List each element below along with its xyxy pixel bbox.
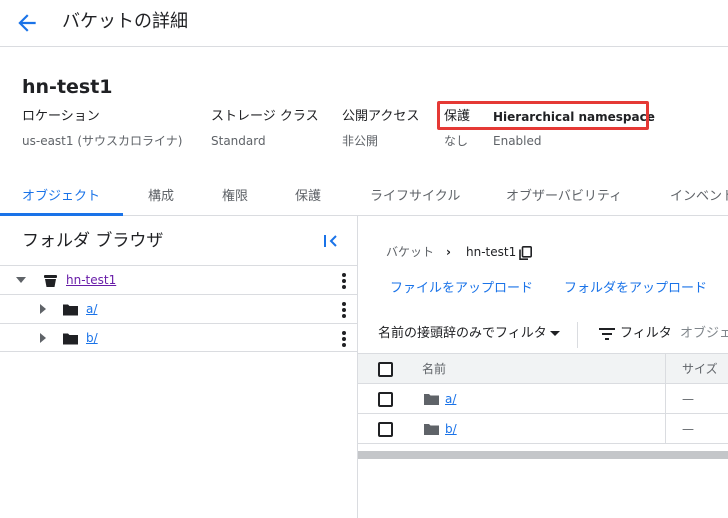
breadcrumb-separator: › (446, 245, 451, 259)
bucket-name: hn-test1 (22, 76, 113, 98)
property-label: 公開アクセス (342, 109, 420, 124)
folder-icon (424, 424, 439, 435)
property-value: なし (444, 134, 469, 148)
table-row: b/ — (358, 414, 728, 444)
object-name-link[interactable]: b/ (445, 420, 457, 438)
upload-folder-button[interactable]: フォルダをアップロード (564, 280, 707, 298)
copy-icon[interactable] (519, 246, 532, 260)
column-header-size[interactable]: サイズ (682, 361, 718, 377)
folder-browser-title: フォルダ ブラウザ (22, 231, 164, 251)
column-header-name[interactable]: 名前 (422, 361, 446, 377)
divider (577, 322, 578, 348)
tree-item-label[interactable]: a/ (86, 300, 97, 318)
table-header: 名前 サイズ (358, 354, 728, 384)
property-storage-class: ストレージ クラス Standard (211, 108, 319, 150)
property-label: ロケーション (22, 109, 100, 124)
horizontal-scrollbar[interactable] (358, 451, 728, 459)
folder-icon (424, 394, 439, 405)
expand-arrow-icon[interactable] (38, 333, 48, 343)
page-title: バケットの詳細 (62, 11, 188, 32)
tab-configuration[interactable]: 構成 (148, 180, 174, 216)
tree-item-label[interactable]: hn-test1 (66, 271, 116, 289)
top-bar: バケットの詳細 (0, 0, 728, 47)
filter-icon (599, 328, 615, 340)
property-location: ロケーション us-east1 (サウスカロライナ) (22, 108, 182, 150)
folder-icon (63, 333, 78, 345)
tab-observability[interactable]: オブザーバビリティ (506, 180, 622, 216)
select-all-checkbox[interactable] (378, 362, 393, 377)
filter-label: フィルタ (620, 326, 672, 341)
object-name-link[interactable]: a/ (445, 390, 456, 408)
column-divider (665, 384, 666, 414)
chevron-down-icon[interactable] (550, 331, 560, 336)
breadcrumb-root[interactable]: バケット (386, 242, 434, 262)
property-value: us-east1 (サウスカロライナ) (22, 134, 183, 148)
more-vert-icon[interactable] (340, 302, 348, 318)
row-checkbox[interactable] (378, 392, 393, 407)
collapse-arrow-icon[interactable] (16, 275, 26, 285)
folder-icon (63, 304, 78, 316)
row-checkbox[interactable] (378, 422, 393, 437)
object-size: — (682, 422, 694, 436)
filter-bar: 名前の接頭辞のみでフィルタ フィルタ オブジェ (358, 316, 728, 354)
property-value: Standard (211, 134, 266, 148)
tree-item-root[interactable]: hn-test1 (0, 265, 358, 294)
table-row: a/ — (358, 384, 728, 414)
tree-item-folder[interactable]: b/ (0, 323, 358, 352)
tab-objects[interactable]: オブジェクト (0, 180, 123, 216)
upload-files-button[interactable]: ファイルをアップロード (390, 280, 533, 298)
more-vert-icon[interactable] (340, 331, 348, 347)
highlight-box (437, 101, 649, 130)
back-arrow-icon[interactable] (14, 10, 40, 36)
expand-arrow-icon[interactable] (38, 304, 48, 314)
column-divider (665, 354, 666, 384)
tab-lifecycle[interactable]: ライフサイクル (370, 180, 460, 216)
tab-permissions[interactable]: 権限 (222, 180, 248, 216)
tab-bar: オブジェクト 構成 権限 保護 ライフサイクル オブザーバビリティ インベント (0, 180, 728, 216)
collapse-panel-icon[interactable] (322, 232, 340, 250)
tree-item-label[interactable]: b/ (86, 329, 98, 347)
more-vert-icon[interactable] (340, 273, 348, 289)
tab-inventory[interactable]: インベント (670, 180, 728, 216)
prefix-filter-dropdown[interactable]: 名前の接頭辞のみでフィルタ (378, 325, 547, 343)
bucket-icon (44, 275, 57, 287)
breadcrumb-current: hn-test1 (466, 245, 517, 259)
tree-item-folder[interactable]: a/ (0, 294, 358, 323)
object-size: — (682, 392, 694, 406)
tab-protection[interactable]: 保護 (295, 180, 321, 216)
filter-input[interactable]: オブジェ (680, 325, 728, 343)
property-label: ストレージ クラス (211, 109, 319, 124)
property-value: 非公開 (342, 134, 379, 148)
folder-browser-panel: フォルダ ブラウザ hn-test1 a/ b/ (0, 216, 358, 518)
property-value: Enabled (493, 134, 542, 148)
column-divider (665, 414, 666, 444)
property-public-access: 公開アクセス 非公開 (342, 108, 419, 150)
